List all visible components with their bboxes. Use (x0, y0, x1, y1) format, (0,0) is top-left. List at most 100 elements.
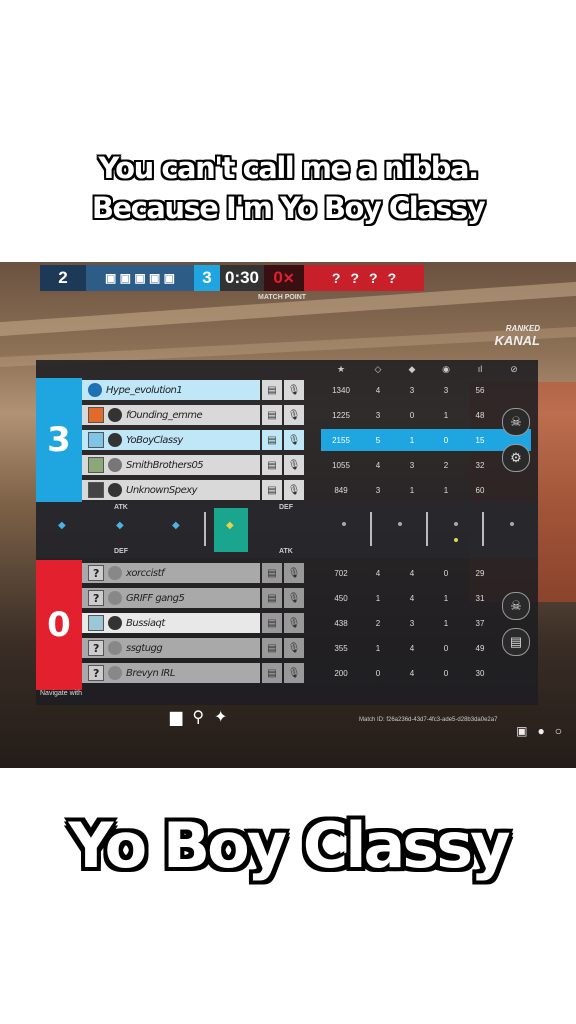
mic-icon[interactable]: 🎙 (284, 613, 304, 633)
player-name-cell: fOunding_emme (82, 405, 260, 425)
stats-row: 849 3 1 1 60 (321, 479, 531, 501)
blue-score-box: 3 (194, 265, 220, 291)
deaths-column-icon: ◆ (408, 364, 416, 374)
profile-button[interactable]: ▤ (262, 613, 282, 633)
operator-icon: ⚙ (502, 444, 530, 472)
mic-icon[interactable]: 🎙 (284, 380, 304, 400)
stats-row: 450 1 4 1 31 (321, 587, 531, 609)
stat-deaths: 4 (409, 643, 415, 653)
stats-header: ★ ◇ ◆ ◉ ıl ⊘ (321, 364, 531, 375)
stat-assists: 0 (443, 568, 449, 578)
stat-score: 849 (334, 485, 348, 495)
stat-ping: 37 (475, 618, 485, 628)
stat-score: 355 (334, 643, 348, 653)
table-row[interactable]: ? GRIFF gang5 ▤ 🎙 (82, 587, 304, 609)
stat-score: 702 (334, 568, 348, 578)
avatar (88, 432, 104, 448)
table-row[interactable]: Bussiaqt ▤ 🎙 (82, 612, 304, 634)
player-name: GRIFF gang5 (126, 592, 185, 604)
mic-icon[interactable]: 🎙 (284, 638, 304, 658)
profile-button[interactable]: ▤ (262, 663, 282, 683)
stat-kills: 4 (375, 568, 381, 578)
profile-button[interactable]: ▤ (262, 638, 282, 658)
player-name-cell: ? Brevyn IRL (82, 663, 260, 683)
top-caption-line-2: Because I'm Yo Boy Classy (91, 191, 486, 225)
table-row[interactable]: ? Brevyn IRL ▤ 🎙 (82, 662, 304, 684)
profile-button[interactable]: ▤ (262, 480, 282, 500)
stats-row-highlighted: 2155 5 1 0 15 (321, 429, 531, 451)
match-point-label: MATCH POINT (258, 294, 307, 301)
atk-label-bottom: ATK (279, 548, 293, 555)
assists-column-icon: ◉ (442, 364, 450, 374)
table-row[interactable]: SmithBrothers05 ▤ 🎙 (82, 454, 304, 476)
stat-deaths: 4 (409, 668, 415, 678)
mic-icon[interactable]: 🎙 (284, 405, 304, 425)
profile-button[interactable]: ▤ (262, 563, 282, 583)
mic-icon[interactable]: 🎙 (284, 588, 304, 608)
unknown-op: ? (350, 270, 359, 286)
bottom-hud-icons: ▆ ⚲ ✦ (170, 707, 227, 727)
kills-column-icon: ◇ (374, 364, 382, 374)
mic-icon[interactable]: 🎙 (284, 430, 304, 450)
mic-icon[interactable]: 🎙 (284, 563, 304, 583)
stats-row: 1225 3 0 1 48 (321, 404, 531, 426)
stat-deaths: 0 (409, 410, 415, 420)
blue-operator-icons: ▣ ▣ ▣ ▣ ▣ (86, 265, 194, 291)
stat-deaths: 1 (409, 435, 415, 445)
drone-icon: ▣ (516, 724, 528, 738)
mic-icon[interactable]: 🎙 (284, 455, 304, 475)
table-row[interactable]: fOunding_emme ▤ 🎙 (82, 404, 304, 426)
stat-assists: 2 (443, 460, 449, 470)
bottom-right-icons: ▣ ● ○ (516, 724, 562, 738)
player-name-cell: YoBoyClassy (82, 430, 260, 450)
stat-deaths: 4 (409, 568, 415, 578)
stat-ping: 49 (475, 643, 485, 653)
top-caption: You can't call me a nibba. Because I'm Y… (0, 148, 576, 228)
table-row[interactable]: UnknownSpexy ▤ 🎙 (82, 479, 304, 501)
status-column-icon: ⊘ (510, 364, 518, 374)
player-name: ssgtugg (126, 642, 163, 654)
round-divider (370, 512, 372, 546)
profile-button[interactable]: ▤ (262, 430, 282, 450)
profile-button[interactable]: ▤ (262, 455, 282, 475)
top-caption-line-1: You can't call me a nibba. (98, 151, 479, 185)
stats-row: 438 2 3 1 37 (321, 612, 531, 634)
stat-score: 1340 (332, 385, 350, 395)
blue-rounds: 2 (58, 268, 68, 287)
status-dot-icon: ○ (554, 724, 562, 738)
red-score-box: 0 ✕ (264, 265, 304, 291)
round-divider (482, 512, 484, 546)
mic-icon[interactable]: 🎙 (284, 663, 304, 683)
platform-icon (108, 666, 122, 680)
player-name: Hype_evolution1 (106, 384, 183, 396)
stats-row: 1340 4 3 3 56 (321, 379, 531, 401)
mic-icon[interactable]: 🎙 (284, 480, 304, 500)
profile-button[interactable]: ▤ (262, 588, 282, 608)
profile-button[interactable]: ▤ (262, 380, 282, 400)
stat-ping: 48 (475, 410, 485, 420)
avatar: ? (88, 565, 104, 581)
player-name: xorccistf (126, 567, 165, 579)
platform-icon (108, 408, 122, 422)
stat-ping: 60 (475, 485, 485, 495)
stat-deaths: 1 (409, 485, 415, 495)
stat-assists: 1 (443, 618, 449, 628)
player-name-cell: ? xorccistf (82, 563, 260, 583)
profile-button[interactable]: ▤ (262, 405, 282, 425)
table-row[interactable]: ? ssgtugg ▤ 🎙 (82, 637, 304, 659)
table-row[interactable]: ? xorccistf ▤ 🎙 (82, 562, 304, 584)
table-row[interactable]: YoBoyClassy ▤ 🎙 (82, 429, 304, 451)
avatar (88, 482, 104, 498)
red-team-score: 0 (36, 560, 82, 690)
stats-row: 355 1 4 0 49 (321, 637, 531, 659)
stat-deaths: 4 (409, 593, 415, 603)
table-row[interactable]: Hype_evolution1 ▤ 🎙 (82, 379, 304, 401)
stat-deaths: 3 (409, 618, 415, 628)
ping-column-icon: ıl (477, 364, 483, 374)
unknown-op: ? (331, 270, 341, 286)
ranked-info: RANKED KANAL (495, 324, 541, 348)
round-hud: 2 ▣ ▣ ▣ ▣ ▣ 3 0:30 0 ✕ ? ? ? ? (40, 262, 424, 294)
operator-icon: ☠ (502, 408, 530, 436)
round-win-icon: ◆ (226, 520, 234, 531)
platform-icon (108, 566, 122, 580)
